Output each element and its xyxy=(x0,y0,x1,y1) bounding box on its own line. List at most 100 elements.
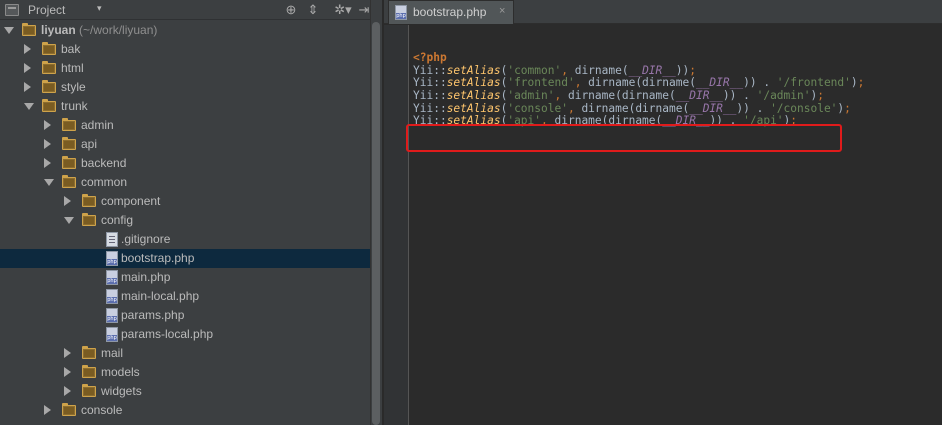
code-token: ; xyxy=(689,63,696,77)
folder-icon xyxy=(62,118,76,131)
tree-item-label: admin xyxy=(81,118,114,132)
code-token: , xyxy=(567,101,582,115)
tree-folder-common[interactable]: common xyxy=(0,173,370,192)
chevron-down-icon[interactable] xyxy=(4,27,14,34)
tree-item-label: backend xyxy=(81,156,127,170)
project-view-dropdown[interactable]: Project ▾ xyxy=(0,0,112,20)
chevron-right-icon[interactable] xyxy=(44,120,51,130)
editor-gutter[interactable] xyxy=(384,25,409,425)
tree-file--gitignore[interactable]: .gitignore xyxy=(0,230,370,249)
code-token: Yii:: xyxy=(413,63,447,77)
code-token: 'admin' xyxy=(507,89,555,103)
project-scroll-thumb[interactable] xyxy=(372,22,380,425)
chevron-right-icon[interactable] xyxy=(64,348,71,358)
php-file-icon xyxy=(106,289,118,304)
tree-folder-models[interactable]: models xyxy=(0,363,370,382)
code-token: '/admin' xyxy=(756,89,811,103)
code-area[interactable]: <?php Yii::setAlias('common', dirname(__D… xyxy=(413,51,864,128)
folder-icon xyxy=(82,346,96,359)
chevron-right-icon[interactable] xyxy=(24,63,31,73)
tree-item-label: main.php xyxy=(121,270,171,284)
tree-item-label: bak xyxy=(61,42,81,56)
chevron-right-icon[interactable] xyxy=(24,82,31,92)
tree-folder-widgets[interactable]: widgets xyxy=(0,382,370,401)
chevron-down-icon: ▾ xyxy=(97,3,102,13)
close-icon[interactable]: × xyxy=(499,5,505,17)
tree-item-label: trunk xyxy=(61,99,88,113)
code-token: __DIR__ xyxy=(689,101,737,115)
code-token: 'console' xyxy=(507,101,568,115)
chevron-down-icon[interactable] xyxy=(24,103,34,110)
chevron-right-icon[interactable] xyxy=(44,139,51,149)
code-editor[interactable]: <?php Yii::setAlias('common', dirname(__D… xyxy=(384,25,942,425)
text-file-icon xyxy=(106,232,118,247)
tree-file-params-local-php[interactable]: params-local.php xyxy=(0,325,370,344)
tree-file-main-local-php[interactable]: main-local.php xyxy=(0,287,370,306)
code-token: dirname( xyxy=(574,63,629,77)
code-token: , xyxy=(554,89,568,103)
tree-folder-style[interactable]: style xyxy=(0,78,370,97)
tree-folder-bak[interactable]: bak xyxy=(0,40,370,59)
tree-item-label: api xyxy=(81,137,98,151)
chevron-right-icon[interactable] xyxy=(44,158,51,168)
highlight-annotation-box xyxy=(406,124,842,152)
code-token: <?php xyxy=(413,51,447,64)
folder-icon xyxy=(82,194,96,207)
code-token: setAlias xyxy=(446,89,501,103)
tree-folder-backend[interactable]: backend xyxy=(0,154,370,173)
tree-folder-component[interactable]: component xyxy=(0,192,370,211)
tree-item-label: component xyxy=(101,194,161,208)
folder-icon xyxy=(62,137,76,150)
tree-folder-mail[interactable]: mail xyxy=(0,344,370,363)
folder-icon xyxy=(42,99,56,112)
hide-icon[interactable]: ⇥ xyxy=(357,1,370,19)
tree-folder-api[interactable]: api xyxy=(0,135,370,154)
tree-file-params-php[interactable]: params.php xyxy=(0,306,370,325)
folder-icon xyxy=(82,365,96,378)
code-token: ; xyxy=(817,89,824,103)
project-icon xyxy=(5,4,19,16)
settings-icon[interactable]: ✲▾ xyxy=(331,1,355,19)
code-token: )) . xyxy=(736,101,771,115)
chevron-right-icon[interactable] xyxy=(44,405,51,415)
chevron-right-icon[interactable] xyxy=(64,367,71,377)
code-token: )) xyxy=(675,63,690,77)
chevron-down-icon[interactable] xyxy=(44,179,54,186)
php-file-icon xyxy=(106,327,118,342)
tree-folder-liyuan[interactable]: liyuan (~/work/liyuan) xyxy=(0,21,370,40)
tree-file-main-php[interactable]: main.php xyxy=(0,268,370,287)
tree-folder-trunk[interactable]: trunk xyxy=(0,97,370,116)
code-token: '/console' xyxy=(770,101,838,115)
tree-item-label: common xyxy=(81,175,128,189)
tree-item-path: (~/work/liyuan) xyxy=(75,23,158,37)
folder-icon xyxy=(62,175,76,188)
tree-folder-config[interactable]: config xyxy=(0,211,370,230)
tree-item-label: html xyxy=(61,61,84,75)
code-token: , xyxy=(574,76,589,90)
tab-label: bootstrap.php xyxy=(413,5,487,19)
code-token: )) . xyxy=(743,76,777,90)
code-token: setAlias xyxy=(446,76,501,90)
tree-folder-console[interactable]: console xyxy=(0,401,370,420)
tree-folder-admin[interactable]: admin xyxy=(0,116,370,135)
chevron-right-icon[interactable] xyxy=(24,44,31,54)
chevron-right-icon[interactable] xyxy=(64,196,71,206)
code-token: 'common' xyxy=(507,63,562,77)
tree-file-bootstrap-php[interactable]: bootstrap.php xyxy=(0,249,370,268)
tree-item-label: .gitignore xyxy=(121,232,171,246)
folder-icon xyxy=(62,403,76,416)
php-file-icon xyxy=(395,5,407,20)
collapse-all-icon[interactable]: ⇕ xyxy=(304,1,322,19)
folder-icon xyxy=(82,213,96,226)
tab-bootstrap-php[interactable]: bootstrap.php × xyxy=(388,0,514,24)
tree-item-label: bootstrap.php xyxy=(121,251,195,265)
tree-folder-html[interactable]: html xyxy=(0,59,370,78)
code-token: Yii:: xyxy=(413,89,447,103)
tree-item-label: style xyxy=(61,80,86,94)
chevron-down-icon[interactable] xyxy=(64,217,74,224)
chevron-right-icon[interactable] xyxy=(64,386,71,396)
code-token: Yii:: xyxy=(413,76,447,90)
project-panel-header: Project ▾ ⊕ ⇕ ✲▾ ⇥ xyxy=(0,0,370,20)
code-token: setAlias xyxy=(446,63,501,77)
target-icon[interactable]: ⊕ xyxy=(282,1,300,19)
